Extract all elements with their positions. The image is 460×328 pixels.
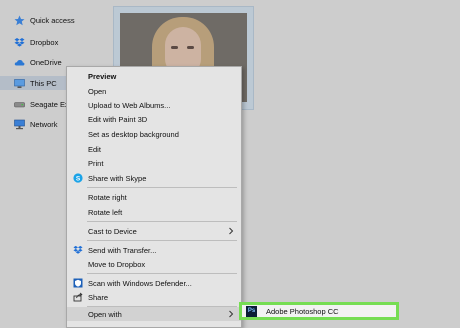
open-with-submenu-item-photoshop[interactable]: Ps Adobe Photoshop CC <box>239 302 399 320</box>
sidebar-item-label: This PC <box>30 78 57 88</box>
network-icon <box>14 119 25 130</box>
menu-item-label: Edit with Paint 3D <box>88 114 148 124</box>
menu-item-label: Cast to Device <box>88 226 137 236</box>
menu-item-label: Share <box>88 292 109 302</box>
chevron-right-icon <box>227 310 235 318</box>
menu-item-edit[interactable]: Edit <box>67 142 241 156</box>
menu-item-move-to-dropbox[interactable]: Move to Dropbox <box>67 257 241 271</box>
menu-item-label: Upload to Web Albums... <box>88 100 171 110</box>
menu-separator <box>87 221 237 222</box>
menu-separator <box>87 187 237 188</box>
menu-item-share[interactable]: Share <box>67 290 241 304</box>
menu-item-set-desktop-background[interactable]: Set as desktop background <box>67 127 241 141</box>
menu-item-label: Set as desktop background <box>88 129 179 139</box>
sidebar-item-label: Dropbox <box>30 37 59 47</box>
menu-item-open-with[interactable]: Open with <box>67 307 241 321</box>
menu-item-print[interactable]: Print <box>67 156 241 170</box>
sidebar-item-this-pc[interactable]: This PC <box>0 76 70 90</box>
menu-item-label: Scan with Windows Defender... <box>88 278 192 288</box>
menu-item-edit-paint-3d[interactable]: Edit with Paint 3D <box>67 112 241 126</box>
sidebar-item-label: OneDrive <box>30 57 62 67</box>
star-icon <box>14 15 25 26</box>
menu-separator <box>87 273 237 274</box>
menu-item-label: Open <box>88 86 107 96</box>
menu-item-label: Edit <box>88 144 101 154</box>
menu-item-label: Preview <box>88 71 117 81</box>
menu-item-upload-web-albums[interactable]: Upload to Web Albums... <box>67 98 241 112</box>
sidebar-item-label: Seagate Ex <box>30 99 69 109</box>
sidebar-item-quick-access[interactable]: Quick access <box>14 13 75 27</box>
cloud-icon <box>14 57 25 68</box>
defender-shield-icon <box>73 278 83 288</box>
menu-item-label: Send with Transfer... <box>88 245 157 255</box>
menu-item-label: Share with Skype <box>88 173 147 183</box>
menu-item-label: Rotate left <box>88 207 123 217</box>
chevron-right-icon <box>227 227 235 235</box>
sidebar-item-label: Network <box>30 119 58 129</box>
dropbox-icon <box>14 37 25 48</box>
computer-icon <box>14 78 25 89</box>
menu-item-label: Open with <box>88 309 122 319</box>
skype-icon: S <box>73 173 83 183</box>
menu-item-rotate-left[interactable]: Rotate left <box>67 205 241 219</box>
menu-item-rotate-right[interactable]: Rotate right <box>67 190 241 204</box>
sidebar-item-label: Quick access <box>30 15 75 25</box>
menu-item-label: Rotate right <box>88 192 127 202</box>
menu-item-scan-windows-defender[interactable]: Scan with Windows Defender... <box>67 276 241 290</box>
dropbox-icon <box>73 245 83 255</box>
sidebar-item-seagate[interactable]: Seagate Ex <box>14 97 69 111</box>
menu-item-share-skype[interactable]: S Share with Skype <box>67 171 241 185</box>
menu-separator <box>87 240 237 241</box>
menu-item-label: Print <box>88 158 104 168</box>
context-menu: Preview Open Upload to Web Albums... Edi… <box>66 66 242 328</box>
drive-icon <box>14 99 25 110</box>
menu-item-send-with-transfer[interactable]: Send with Transfer... <box>67 243 241 257</box>
svg-text:S: S <box>76 175 81 182</box>
menu-item-cast-to-device[interactable]: Cast to Device <box>67 224 241 238</box>
menu-item-label: Move to Dropbox <box>88 259 146 269</box>
sidebar-item-dropbox[interactable]: Dropbox <box>14 35 58 49</box>
menu-item-preview[interactable]: Preview <box>67 69 241 83</box>
submenu-item-label: Adobe Photoshop CC <box>266 306 339 316</box>
photoshop-icon: Ps <box>246 305 257 317</box>
sidebar-item-network[interactable]: Network <box>14 117 58 131</box>
sidebar-item-onedrive[interactable]: OneDrive <box>14 55 62 69</box>
share-icon <box>73 292 83 302</box>
menu-item-open[interactable]: Open <box>67 84 241 98</box>
